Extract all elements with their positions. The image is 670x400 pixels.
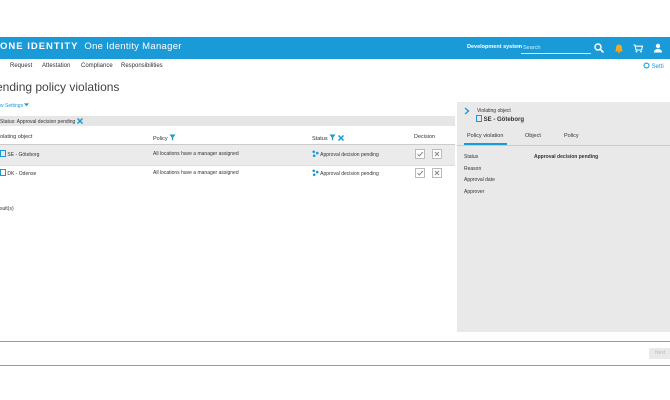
column-header-status-label: Status (312, 136, 328, 142)
filter-icon[interactable] (329, 134, 336, 141)
column-header-object[interactable]: olating object (0, 134, 32, 140)
bell-icon[interactable] (613, 41, 625, 54)
table-row[interactable]: SE - Göteborg All locations have a manag… (0, 145, 455, 165)
row-status: Approval decision pending (312, 169, 379, 177)
row-status-label: Approval decision pending (320, 152, 379, 158)
user-icon[interactable] (652, 41, 664, 53)
deny-button[interactable] (432, 168, 442, 178)
column-header-policy-label: Policy (153, 136, 168, 142)
field-label-approver: Approver (464, 189, 485, 195)
chevron-down-icon (24, 103, 30, 107)
footer-bar: Next (0, 341, 670, 366)
table-row[interactable]: DK - Odense All locations have a manager… (0, 166, 455, 186)
detail-panel: Violating object SE - Göteborg Policy vi… (457, 102, 670, 332)
page-title: ending policy violations (0, 80, 120, 94)
menu-item-attestation[interactable]: Attestation (42, 63, 70, 69)
row-policy: All locations have a manager assigned (153, 151, 239, 157)
menu-item-request[interactable]: Request (10, 63, 32, 69)
tab-object[interactable]: Object (525, 133, 541, 139)
pending-approval-icon (312, 150, 319, 157)
location-icon (476, 115, 482, 122)
deny-button[interactable] (432, 149, 442, 159)
menu-item-responsibilities[interactable]: Responsibilities (121, 63, 163, 69)
top-bar: ONE IDENTITY One Identity Manager Develo… (0, 37, 670, 59)
settings-link[interactable]: Setti (643, 62, 664, 70)
column-header-decision: Decision (414, 134, 436, 140)
settings-icon (643, 62, 650, 69)
row-object: SE - Göteborg (0, 150, 39, 158)
result-count: sult(s) (0, 206, 14, 212)
view-settings-label: w Settings (0, 103, 24, 109)
search-icon[interactable] (593, 41, 605, 54)
chevron-right-icon[interactable] (464, 107, 470, 115)
tab-policy-violation[interactable]: Policy violation (467, 133, 503, 139)
row-policy: All locations have a manager assigned (153, 170, 239, 176)
row-object-name: SE - Göteborg (7, 152, 40, 158)
row-object-name: DK - Odense (7, 171, 37, 177)
cart-icon[interactable] (632, 41, 644, 53)
column-header-status[interactable]: Status (312, 134, 344, 142)
main-menu: Request Attestation Compliance Responsib… (0, 60, 670, 74)
close-icon (434, 170, 440, 176)
tab-policy[interactable]: Policy (564, 133, 579, 139)
location-icon (0, 169, 6, 176)
check-icon (417, 151, 424, 157)
brand-logo: ONE IDENTITY One Identity Manager (0, 41, 182, 52)
detail-object: SE - Göteborg (476, 115, 524, 123)
field-label-status: Status (464, 154, 479, 160)
location-icon (0, 150, 6, 157)
approve-button[interactable] (415, 168, 425, 178)
search-input[interactable] (521, 42, 591, 54)
field-value-status: Approval decision pending (534, 154, 599, 160)
view-settings-link[interactable]: w Settings (0, 103, 30, 109)
environment-label: Development system (467, 44, 523, 50)
check-icon (417, 170, 424, 176)
row-status: Approval decision pending (312, 150, 379, 158)
detail-heading: Violating object (477, 108, 511, 114)
column-header-policy[interactable]: Policy (153, 134, 176, 142)
tab-divider (457, 145, 670, 146)
row-status-label: Approval decision pending (320, 171, 379, 177)
pending-approval-icon (312, 169, 319, 176)
detail-object-name: SE - Göteborg (483, 117, 525, 123)
active-filter-label: Status: Approval decision pending (0, 119, 76, 125)
settings-label: Setti (651, 64, 664, 70)
brand-prefix: ONE IDENTITY (0, 41, 79, 52)
field-label-approval-date: Approval date (464, 177, 495, 183)
app-title: One Identity Manager (84, 41, 182, 52)
row-object: DK - Odense (0, 169, 36, 177)
next-button[interactable]: Next (649, 348, 670, 359)
close-icon (434, 151, 440, 157)
field-label-reason: Reason (464, 166, 482, 172)
active-filter-bar: Status: Approval decision pending (0, 116, 455, 126)
remove-filter-icon[interactable] (76, 117, 83, 125)
approve-button[interactable] (415, 149, 425, 159)
clear-filter-icon[interactable] (337, 134, 344, 142)
filter-icon[interactable] (169, 134, 176, 141)
menu-item-compliance[interactable]: Compliance (81, 63, 113, 69)
